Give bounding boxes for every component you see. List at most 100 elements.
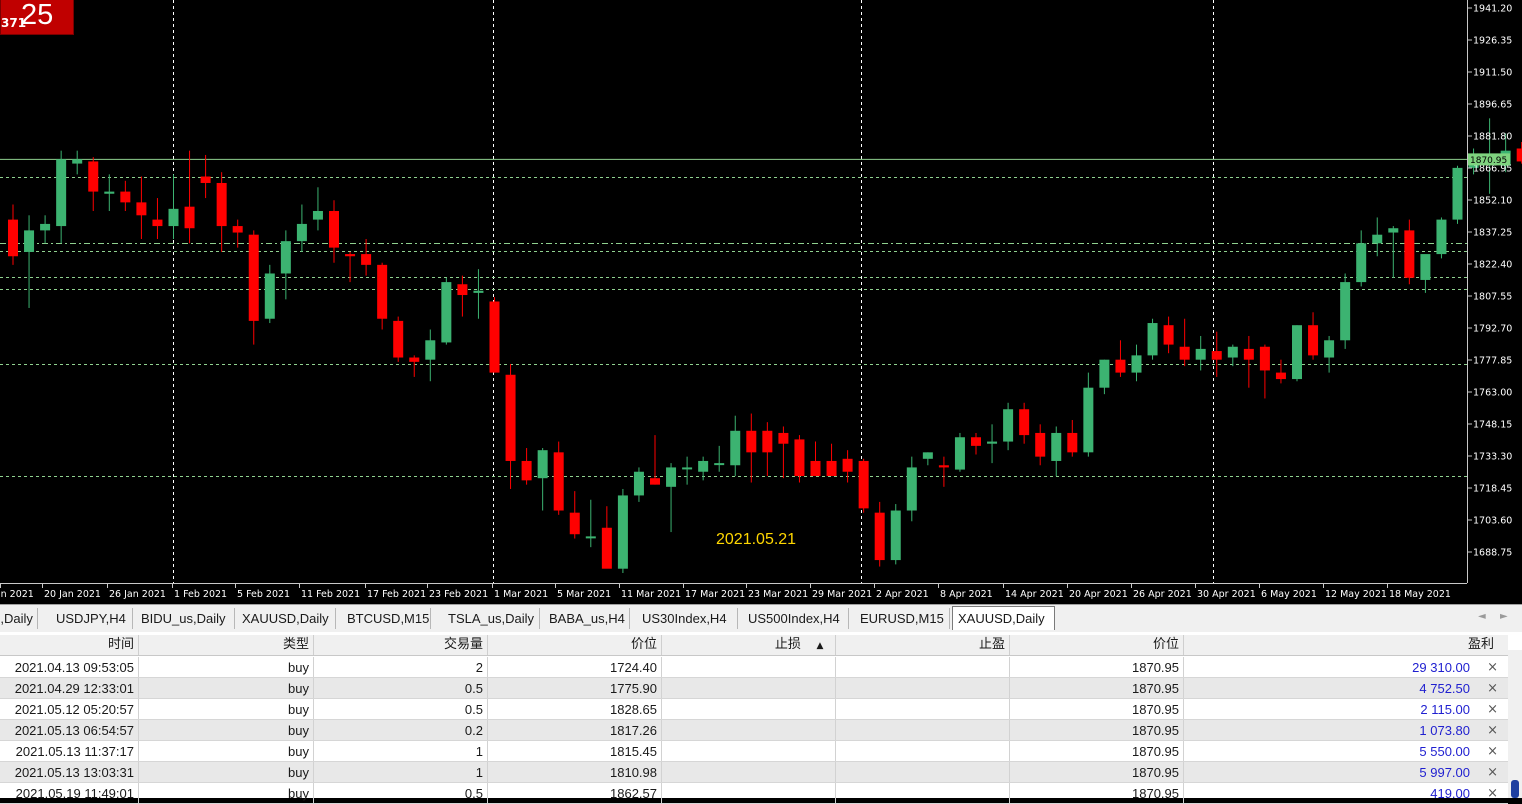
candle-body[interactable]	[296, 223, 307, 242]
candle-body[interactable]	[56, 159, 67, 227]
candle-body[interactable]	[810, 460, 821, 477]
header-type[interactable]: 类型	[139, 635, 314, 655]
candle-body[interactable]	[1404, 230, 1415, 278]
tabs-scroll-right-icon[interactable]: ►	[1500, 611, 1508, 622]
table-row[interactable]: 2021.04.29 12:33:01 buy 0.5 1775.90 1870.95 4…	[0, 678, 1508, 699]
candle-body[interactable]	[40, 223, 51, 231]
table-row[interactable]: 2021.05.19 11:49:01 buy 0.5 1862.57 1870.95 4…	[0, 783, 1508, 804]
candle-body[interactable]	[842, 458, 853, 472]
table-row[interactable]: 2021.04.13 09:53:05 buy 2 1724.40 1870.95 29 …	[0, 657, 1508, 678]
candle-body[interactable]	[537, 450, 548, 479]
tab-baba-h4[interactable]: BABA_us,H4	[544, 608, 630, 629]
header-stop-loss[interactable]: 止损 ▲	[662, 635, 836, 655]
close-order-icon[interactable]: ×	[1487, 657, 1498, 678]
candle-body[interactable]	[72, 159, 83, 164]
candle-body[interactable]	[1420, 254, 1431, 280]
candle-body[interactable]	[698, 460, 709, 472]
candle-body[interactable]	[569, 512, 580, 535]
candle-body[interactable]	[746, 430, 757, 453]
table-row[interactable]: 2021.05.13 06:54:57 buy 0.2 1817.26 1870.95 1…	[0, 720, 1508, 741]
candle-body[interactable]	[1340, 282, 1351, 341]
tab-bidu-daily[interactable]: BIDU_us,Daily	[136, 608, 235, 629]
candle-body[interactable]	[489, 301, 500, 373]
candle-body[interactable]	[1163, 325, 1174, 345]
candle-body[interactable]	[682, 467, 693, 470]
candle-body[interactable]	[1115, 359, 1126, 373]
candle-body[interactable]	[1195, 348, 1206, 360]
candle-body[interactable]	[1388, 228, 1399, 233]
candle-body[interactable]	[601, 527, 612, 569]
header-open-price[interactable]: 价位	[488, 635, 662, 655]
candle-body[interactable]	[1179, 346, 1190, 360]
candle-body[interactable]	[457, 284, 468, 296]
tab-xauusd-daily-1[interactable]: XAUUSD,Daily	[237, 608, 336, 629]
candle-body[interactable]	[585, 536, 596, 539]
candle-body[interactable]	[987, 441, 998, 444]
candle-body[interactable]	[8, 219, 18, 257]
candle-body[interactable]	[184, 206, 195, 229]
tab-us30index-h4[interactable]: US30Index,H4	[637, 608, 738, 629]
tab-xauusd-daily-active[interactable]: XAUUSD,Daily	[952, 606, 1055, 630]
tab-btcusd-m15[interactable]: BTCUSD,M15	[342, 608, 431, 629]
candle-body[interactable]	[1035, 432, 1046, 457]
candle-body[interactable]	[136, 202, 147, 216]
candle-body[interactable]	[730, 430, 741, 466]
candle-body[interactable]	[393, 320, 404, 358]
candle-body[interactable]	[794, 439, 805, 477]
candle-body[interactable]	[1452, 167, 1463, 220]
candle-body[interactable]	[1051, 432, 1062, 461]
tab-eurusd-m15[interactable]: EURUSD,M15	[855, 608, 950, 629]
candle-body[interactable]	[425, 340, 436, 360]
candle-body[interactable]	[312, 210, 323, 220]
candle-body[interactable]	[232, 226, 243, 233]
tab-tsla-daily[interactable]: TSLA_us,Daily	[443, 608, 540, 629]
price-chart[interactable]: 1941.20 1926.35 1911.50 1896.65 1881.80 1866.…	[0, 0, 1522, 604]
candle-body[interactable]	[1324, 340, 1335, 358]
candle-body[interactable]	[377, 264, 388, 319]
candle-body[interactable]	[874, 512, 885, 561]
header-current-price[interactable]: 价位	[1010, 635, 1184, 655]
candle-body[interactable]	[1275, 372, 1286, 380]
candle-body[interactable]	[1003, 409, 1014, 442]
candle-body[interactable]	[1292, 325, 1302, 380]
candle-body[interactable]	[216, 182, 227, 227]
tab-chart-1[interactable]: D,Daily	[0, 608, 38, 629]
candle-body[interactable]	[1083, 387, 1094, 453]
candle-body[interactable]	[1131, 355, 1142, 373]
candle-body[interactable]	[120, 191, 131, 203]
candle-body[interactable]	[473, 290, 484, 293]
candle-body[interactable]	[762, 430, 773, 453]
candle-body[interactable]	[633, 471, 644, 496]
candle-body[interactable]	[714, 463, 725, 466]
candle-body[interactable]	[954, 437, 965, 470]
candle-body[interactable]	[938, 465, 949, 468]
candle-body[interactable]	[617, 495, 628, 569]
candle-body[interactable]	[1308, 325, 1319, 356]
tab-us500index-h4[interactable]: US500Index,H4	[743, 608, 849, 629]
candle-body[interactable]	[1067, 432, 1078, 453]
header-take-profit[interactable]: 止盈	[836, 635, 1010, 655]
candle-body[interactable]	[88, 161, 99, 192]
table-row[interactable]: 2021.05.13 11:37:17 buy 1 1815.45 1870.95 5 5…	[0, 741, 1508, 762]
candle-body[interactable]	[858, 460, 869, 509]
close-order-icon[interactable]: ×	[1487, 720, 1498, 741]
date-annotation-text[interactable]: 2021.05.21	[716, 531, 796, 548]
candle-body[interactable]	[1356, 243, 1367, 283]
candle-body[interactable]	[1211, 351, 1222, 360]
candle-body[interactable]	[906, 467, 917, 511]
candle-body[interactable]	[1243, 348, 1254, 360]
candle-body[interactable]	[971, 437, 981, 446]
candle-body[interactable]	[1259, 346, 1270, 371]
close-order-icon[interactable]: ×	[1487, 783, 1498, 804]
candle-body[interactable]	[1147, 323, 1158, 356]
candle-body[interactable]	[505, 374, 516, 461]
candle-body[interactable]	[409, 357, 420, 362]
candle-body[interactable]	[1436, 219, 1447, 255]
table-row[interactable]: 2021.05.12 05:20:57 buy 0.5 1828.65 1870.95 2…	[0, 699, 1508, 720]
candle-body[interactable]	[104, 191, 115, 194]
candle-body[interactable]	[264, 273, 275, 319]
candle-body[interactable]	[248, 234, 259, 321]
candle-body[interactable]	[1099, 359, 1110, 388]
candle-body[interactable]	[1227, 346, 1238, 358]
candle-body[interactable]	[650, 478, 660, 485]
